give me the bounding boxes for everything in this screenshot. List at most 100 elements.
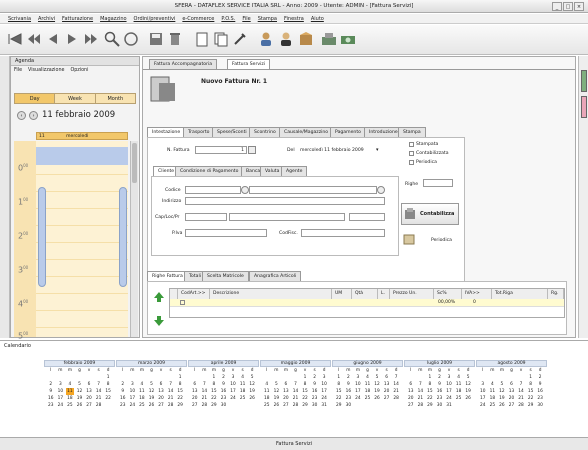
calendar-day[interactable]: 21 <box>95 395 103 402</box>
calendar-day[interactable]: 23 <box>219 395 227 402</box>
calendar-day[interactable]: 2 <box>311 374 319 381</box>
calendar-day[interactable]: 23 <box>344 395 352 402</box>
calendar-day[interactable]: 4 <box>66 381 74 388</box>
move-down-icon[interactable] <box>153 315 165 327</box>
calendar-day[interactable]: 4 <box>455 374 463 381</box>
calendar-day[interactable]: 22 <box>301 395 309 402</box>
calendar-day[interactable]: 8 <box>176 381 184 388</box>
calendar-day[interactable]: 25 <box>363 395 371 402</box>
new-document-icon[interactable] <box>193 30 211 48</box>
calendar-day[interactable]: 12 <box>75 388 83 395</box>
calendar-day[interactable]: 5 <box>147 381 155 388</box>
col-iva[interactable]: IVA>> <box>462 289 492 299</box>
calendar-day[interactable]: 26 <box>272 402 280 409</box>
calendar-day[interactable]: 13 <box>407 388 415 395</box>
calendar-day[interactable]: 1 <box>335 374 343 381</box>
calendar-day[interactable]: 20 <box>157 395 165 402</box>
calendar-day[interactable]: 15 <box>176 388 184 395</box>
calendar-day[interactable]: 26 <box>464 395 472 402</box>
calendar-day[interactable]: 15 <box>426 388 434 395</box>
calendar-day[interactable]: 29 <box>527 402 535 409</box>
calendar-day[interactable]: 7 <box>392 374 400 381</box>
calendar-day[interactable]: 10 <box>479 388 487 395</box>
del-date-picker[interactable]: mercoledì 11 febbraio 2009 <box>300 148 364 153</box>
calendar-day[interactable]: 30 <box>536 402 544 409</box>
money-icon[interactable] <box>339 30 357 48</box>
calendar-day[interactable]: 16 <box>536 388 544 395</box>
menu-stampa[interactable]: Stampa <box>258 14 277 23</box>
calendar-day[interactable]: 23 <box>47 402 55 409</box>
calendar-day[interactable]: 20 <box>383 388 391 395</box>
agenda-menu-file[interactable]: File <box>14 68 22 73</box>
calendar-day[interactable]: 21 <box>416 395 424 402</box>
calendar-day[interactable]: 24 <box>229 395 237 402</box>
menu-ordini[interactable]: Ordini/preventivi <box>134 14 176 23</box>
calendar-day[interactable]: 18 <box>363 388 371 395</box>
calendar-day[interactable]: 8 <box>210 381 218 388</box>
piva-input[interactable] <box>185 229 267 237</box>
calendar-day[interactable]: 7 <box>95 381 103 388</box>
next-record-icon[interactable] <box>63 30 81 48</box>
calendar-day[interactable]: 22 <box>426 395 434 402</box>
calendar-day[interactable]: 28 <box>416 402 424 409</box>
calendar-day[interactable]: 24 <box>445 395 453 402</box>
left-dock-strip[interactable] <box>0 56 10 338</box>
calendar-day[interactable]: 7 <box>167 381 175 388</box>
calendar-day[interactable]: 28 <box>517 402 525 409</box>
calendar-day[interactable]: 28 <box>291 402 299 409</box>
calendar-day[interactable]: 19 <box>272 395 280 402</box>
calendar-day[interactable]: 5 <box>272 381 280 388</box>
calendar-day[interactable]: 9 <box>219 381 227 388</box>
prev-day-button[interactable]: ‹ <box>17 111 26 120</box>
move-up-icon[interactable] <box>153 291 165 303</box>
calendar-day[interactable]: 11 <box>363 381 371 388</box>
calendar-day[interactable]: 12 <box>464 381 472 388</box>
localita-input[interactable] <box>229 213 345 221</box>
col-descrizione[interactable]: Descrizione <box>210 289 332 299</box>
tab-causale[interactable]: Causale/Magazzino <box>279 127 334 137</box>
periodica-icon[interactable] <box>403 233 415 245</box>
calendar-day[interactable]: 15 <box>104 388 112 395</box>
calendar-day[interactable]: 23 <box>435 395 443 402</box>
cash-register-icon[interactable] <box>320 30 338 48</box>
calendar-day[interactable]: 22 <box>335 395 343 402</box>
calendar-day[interactable]: 22 <box>527 395 535 402</box>
calendar-day[interactable]: 9 <box>311 381 319 388</box>
agenda-menu-view[interactable]: Visualizzazione <box>28 68 64 73</box>
calendar-day[interactable]: 26 <box>373 395 381 402</box>
calendar-day[interactable]: 12 <box>498 388 506 395</box>
cap-input[interactable] <box>185 213 227 221</box>
calendar-day[interactable]: 8 <box>335 381 343 388</box>
codice-lookup-button[interactable] <box>241 186 249 194</box>
calendar-day[interactable]: 9 <box>47 388 55 395</box>
calendar-day[interactable]: 6 <box>383 374 391 381</box>
calendar-day[interactable]: 6 <box>191 381 199 388</box>
calendar-day[interactable]: 1 <box>176 374 184 381</box>
calendar-day[interactable]: 5 <box>248 374 256 381</box>
calendar-day[interactable]: 2 <box>536 374 544 381</box>
calendar-day[interactable]: 11 <box>455 381 463 388</box>
users-icon[interactable] <box>257 30 275 48</box>
calendar-day[interactable]: 5 <box>464 374 472 381</box>
prev-page-icon[interactable] <box>25 30 43 48</box>
calendar-day[interactable]: 16 <box>311 388 319 395</box>
calendar-day[interactable]: 20 <box>85 395 93 402</box>
calendar-day[interactable]: 28 <box>167 402 175 409</box>
col-codart[interactable]: CodArt.>> <box>178 289 210 299</box>
agenda-scroll-thumb[interactable] <box>132 143 137 183</box>
calendar-day[interactable]: 1 <box>426 374 434 381</box>
calendar-day[interactable]: 31 <box>445 402 453 409</box>
date-dropdown-icon[interactable]: ▾ <box>376 147 379 153</box>
menu-scrivania[interactable]: Scrivania <box>8 14 31 23</box>
calendar-day[interactable]: 2 <box>47 381 55 388</box>
calendar-day[interactable]: 4 <box>488 381 496 388</box>
calendar-day[interactable]: 13 <box>157 388 165 395</box>
tab-condizione-pagamento[interactable]: Condizione di Pagamento <box>175 166 244 176</box>
calendar-day[interactable]: 12 <box>272 388 280 395</box>
calendar-day[interactable]: 28 <box>95 402 103 409</box>
right-dock-strip[interactable] <box>578 56 588 338</box>
calendar-day[interactable]: 13 <box>383 381 391 388</box>
menu-ecommerce[interactable]: e-Commerce <box>182 14 214 23</box>
calendar-day[interactable]: 27 <box>383 395 391 402</box>
indirizzo-input[interactable] <box>185 197 385 205</box>
